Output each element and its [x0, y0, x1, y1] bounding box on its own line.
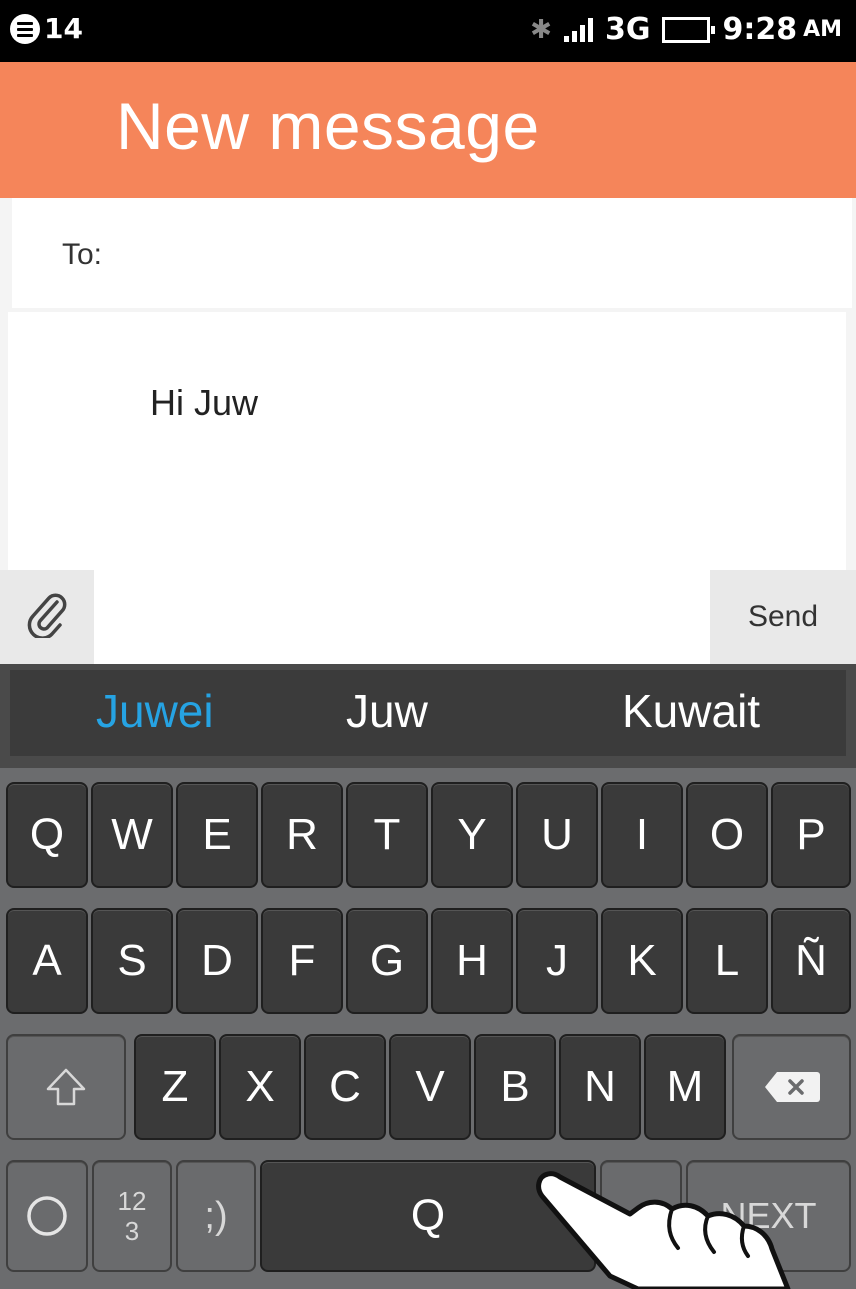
clock-time: 9:28 — [722, 12, 798, 47]
key-h[interactable]: H — [431, 908, 513, 1014]
numbers-key-top: 12 — [117, 1186, 147, 1216]
shift-icon — [44, 1065, 88, 1109]
key-k[interactable]: K — [601, 908, 683, 1014]
notification-indicator[interactable]: 14 — [10, 12, 83, 45]
message-text: Hi Juw — [150, 382, 259, 423]
key-v[interactable]: V — [389, 1034, 471, 1140]
key-c[interactable]: C — [304, 1034, 386, 1140]
clock-ampm: AM — [803, 17, 842, 42]
key-e[interactable]: E — [176, 782, 258, 888]
key-w[interactable]: W — [91, 782, 173, 888]
key-i[interactable]: I — [601, 782, 683, 888]
paperclip-icon — [27, 592, 67, 642]
recipient-field[interactable]: To: — [12, 198, 852, 308]
page-title: New message — [116, 89, 540, 163]
notification-icon — [10, 13, 40, 44]
suggestion-item[interactable]: Juw — [346, 684, 428, 738]
key-x[interactable]: X — [219, 1034, 301, 1140]
on-screen-keyboard: Juwei Juw Kuwait Q W E R T Y U I O P A S… — [0, 664, 856, 1289]
network-type: 3G — [604, 12, 651, 47]
finger-icon — [536, 1171, 791, 1289]
keyboard-switch-key[interactable] — [6, 1160, 88, 1272]
message-input-row[interactable] — [94, 570, 710, 664]
key-u[interactable]: U — [516, 782, 598, 888]
key-n-tilde[interactable]: Ñ — [771, 908, 851, 1014]
battery-icon — [662, 16, 716, 43]
key-q[interactable]: Q — [6, 782, 88, 888]
key-n[interactable]: N — [559, 1034, 641, 1140]
key-f[interactable]: F — [261, 908, 343, 1014]
notification-count: 14 — [44, 12, 83, 45]
key-m[interactable]: M — [644, 1034, 726, 1140]
suggestion-bar: Juwei Juw Kuwait — [10, 670, 846, 756]
key-d[interactable]: D — [176, 908, 258, 1014]
key-s[interactable]: S — [91, 908, 173, 1014]
key-t[interactable]: T — [346, 782, 428, 888]
attach-button[interactable] — [0, 570, 94, 664]
suggestion-item[interactable]: Kuwait — [622, 684, 760, 738]
backspace-icon — [763, 1070, 821, 1104]
send-button[interactable]: Send — [710, 570, 856, 664]
backspace-key[interactable] — [732, 1034, 851, 1140]
signal-icon — [563, 17, 593, 42]
shift-key[interactable] — [6, 1034, 126, 1140]
key-p[interactable]: P — [771, 782, 851, 888]
app-header: New message — [0, 62, 856, 198]
bluetooth-icon: ✱ — [530, 14, 552, 45]
key-r[interactable]: R — [261, 782, 343, 888]
key-b[interactable]: B — [474, 1034, 556, 1140]
key-o[interactable]: O — [686, 782, 768, 888]
numbers-key-bottom: 3 — [124, 1216, 140, 1246]
recipient-label: To: — [62, 238, 103, 271]
circle-icon — [25, 1194, 69, 1238]
key-a[interactable]: A — [6, 908, 88, 1014]
key-g[interactable]: G — [346, 908, 428, 1014]
message-body-field[interactable]: Hi Juw — [8, 312, 846, 570]
key-z[interactable]: Z — [134, 1034, 216, 1140]
status-bar: 14 ✱ 3G 9:28 AM — [0, 0, 856, 62]
emoji-key[interactable]: ;) — [176, 1160, 256, 1272]
numbers-key[interactable]: 12 3 — [92, 1160, 172, 1272]
key-j[interactable]: J — [516, 908, 598, 1014]
key-y[interactable]: Y — [431, 782, 513, 888]
suggestion-item[interactable]: Juwei — [96, 684, 214, 738]
key-l[interactable]: L — [686, 908, 768, 1014]
